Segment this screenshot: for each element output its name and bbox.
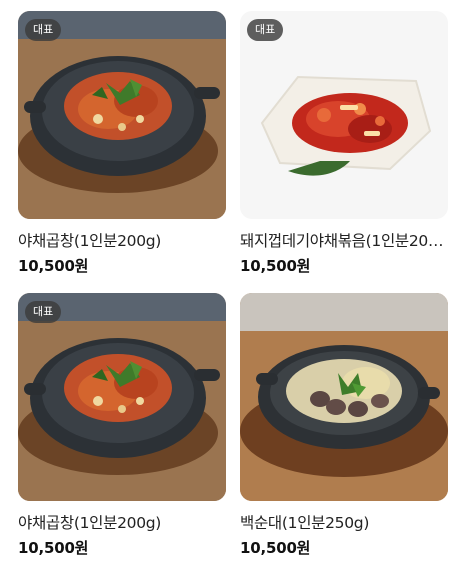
representative-badge: 대표 — [25, 19, 62, 41]
menu-name: 백순대(1인분250g) — [240, 514, 370, 532]
menu-grid: 대표 야채곱창(1인분200g) 10,500원 대표 돼지껍데기야채볶음(1인… — [18, 11, 450, 575]
menu-card-yachae-gopchang-2[interactable]: 대표 야채곱창(1인분200g) 10,500원 — [18, 293, 226, 575]
menu-name: 야채곱창(1인분200g) — [18, 514, 162, 532]
gopchang-photo-icon — [18, 11, 226, 219]
menu-card-baek-sundae[interactable]: 백순대(1인분250g) 10,500원 — [240, 293, 448, 575]
menu-card-pork-skin-stirfry[interactable]: 대표 돼지껍데기야채볶음(1인분200g) 10,500원 — [240, 11, 450, 293]
menu-card-yachae-gopchang[interactable]: 대표 야채곱창(1인분200g) 10,500원 — [18, 11, 226, 293]
menu-price: 10,500원 — [240, 257, 311, 275]
menu-price: 10,500원 — [240, 539, 311, 557]
gopchang-photo-icon — [18, 293, 226, 501]
menu-name: 돼지껍데기야채볶음(1인분200g) — [240, 232, 450, 250]
representative-badge: 대표 — [25, 301, 62, 323]
pork-skin-photo-icon — [240, 11, 448, 219]
menu-photo[interactable]: 대표 — [240, 11, 448, 219]
menu-photo[interactable]: 대표 — [18, 293, 226, 501]
menu-photo[interactable] — [240, 293, 448, 501]
menu-price: 10,500원 — [18, 539, 89, 557]
representative-badge: 대표 — [247, 19, 284, 41]
menu-name: 야채곱창(1인분200g) — [18, 232, 162, 250]
menu-price: 10,500원 — [18, 257, 89, 275]
menu-photo[interactable]: 대표 — [18, 11, 226, 219]
sundae-photo-icon — [240, 293, 448, 501]
